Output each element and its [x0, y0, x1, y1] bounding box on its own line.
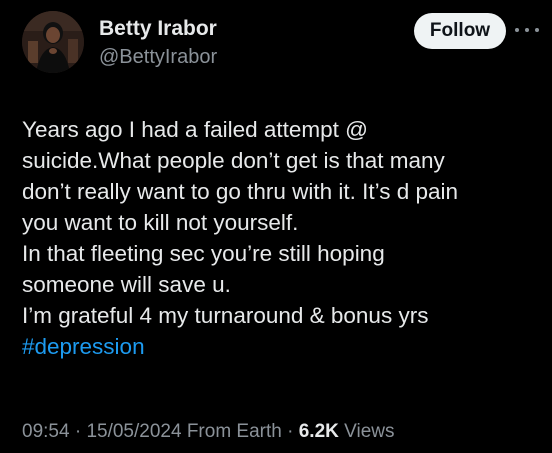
meta-separator: · — [281, 421, 299, 442]
tweet-line: suicide.What people don’t get is that ma… — [22, 148, 445, 173]
author-name[interactable]: Betty Irabor — [99, 17, 217, 41]
avatar-photo — [22, 11, 84, 73]
avatar[interactable] — [22, 11, 84, 73]
tweet-line: I’m grateful 4 my turnaround & bonus yrs — [22, 303, 429, 328]
tweet-source: From Earth — [186, 421, 282, 442]
author-handle[interactable]: @BettyIrabor — [99, 46, 217, 69]
meta-separator: · — [69, 421, 87, 442]
tweet-line: don’t really want to go thru with it. It… — [22, 179, 459, 204]
tweet-text: Years ago I had a failed attempt @ suici… — [22, 114, 542, 362]
follow-button[interactable]: Follow — [414, 13, 506, 49]
more-horizontal-icon[interactable] — [515, 22, 539, 38]
tweet-line: you want to kill not yourself. — [22, 210, 299, 235]
views-label[interactable]: Views — [344, 421, 394, 442]
hashtag-link[interactable]: #depression — [22, 331, 542, 362]
tweet-date[interactable]: 15/05/2024 — [86, 421, 181, 442]
more-dot — [515, 28, 519, 32]
views-count[interactable]: 6.2K — [299, 421, 339, 442]
tweet-line: Years ago I had a failed attempt @ — [22, 117, 368, 142]
tweet-time[interactable]: 09:54 — [22, 421, 70, 442]
more-dot — [535, 28, 539, 32]
tweet-meta: 09:54 · 15/05/2024 From Earth · 6.2K Vie… — [22, 421, 395, 443]
tweet-line: In that fleeting sec you’re still hoping — [22, 241, 385, 266]
tweet-line: someone will save u. — [22, 272, 231, 297]
more-dot — [525, 28, 529, 32]
